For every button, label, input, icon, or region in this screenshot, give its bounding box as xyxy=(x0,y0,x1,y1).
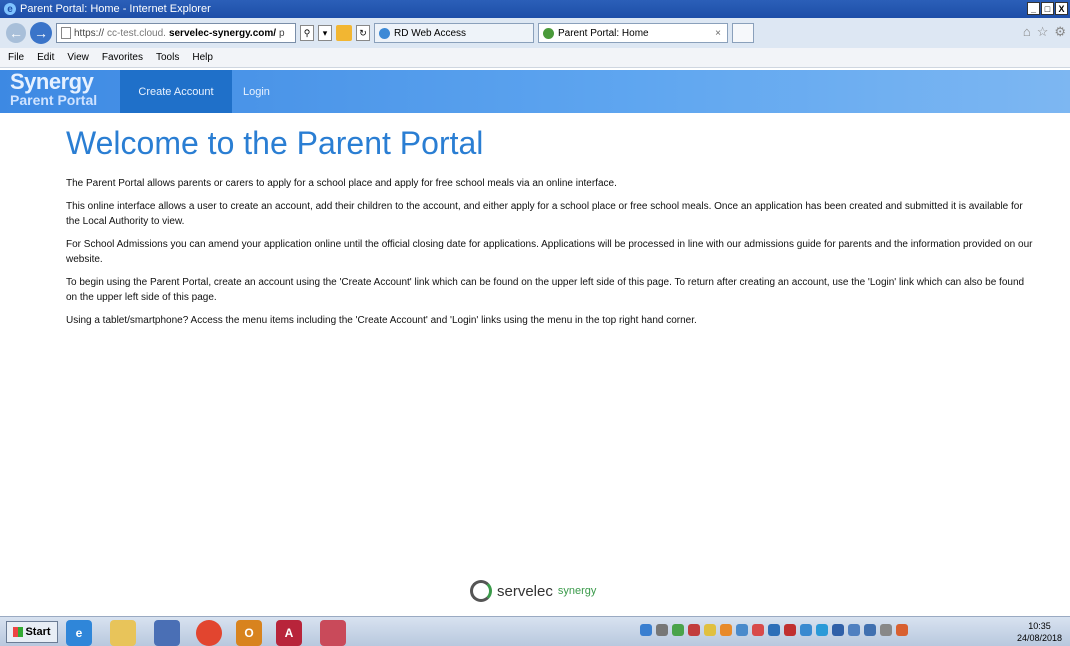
footer-logo: servelec synergy xyxy=(470,580,596,602)
url-scheme: https:// xyxy=(74,27,105,39)
footer-brand: servelec xyxy=(497,582,553,600)
tray-device-icon[interactable] xyxy=(864,624,876,636)
tray-network-icon[interactable] xyxy=(640,624,652,636)
internet-explorer-taskbar-icon[interactable]: e xyxy=(66,620,92,646)
tray-power-icon[interactable] xyxy=(896,624,908,636)
window-title-bar: e Parent Portal: Home - Internet Explore… xyxy=(0,0,1070,18)
getting-started-paragraph: To begin using the Parent Portal, create… xyxy=(66,277,1025,303)
taskbar: Start e O A 10:35 24/08/2018 xyxy=(0,616,1070,646)
tray-blue-icon[interactable] xyxy=(736,624,748,636)
menu-bar: File Edit View Favorites Tools Help xyxy=(0,48,1070,68)
tray-shield-icon[interactable] xyxy=(752,624,764,636)
login-link[interactable]: Login xyxy=(233,70,280,113)
window-title: Parent Portal: Home - Internet Explorer xyxy=(20,3,211,15)
maximize-button[interactable]: □ xyxy=(1041,2,1054,15)
browser-toolbar: ← → https://cc-test.cloud. servelec-syner… xyxy=(0,18,1070,48)
menu-tools[interactable]: Tools xyxy=(156,52,179,63)
menu-edit[interactable]: Edit xyxy=(37,52,54,63)
tray-cloud-icon[interactable] xyxy=(800,624,812,636)
windows-flag-icon xyxy=(13,627,24,637)
page-title: Welcome to the Parent Portal xyxy=(66,125,484,161)
app-taskbar-icon[interactable] xyxy=(320,620,346,646)
taskbar-clock[interactable]: 10:35 24/08/2018 xyxy=(1017,620,1062,644)
tray-red-icon[interactable] xyxy=(688,624,700,636)
start-label: Start xyxy=(25,626,51,638)
main-content: Welcome to the Parent Portal The Parent … xyxy=(66,113,1036,336)
rd-web-access-icon xyxy=(379,27,390,39)
minimize-button[interactable]: _ xyxy=(1027,2,1040,15)
forward-button[interactable]: → xyxy=(30,22,52,44)
synergy-logo[interactable]: Synergy Parent Portal xyxy=(10,69,98,108)
refresh-icon[interactable]: ↻ xyxy=(356,25,370,41)
tray-orange-icon[interactable] xyxy=(720,624,732,636)
chrome-taskbar-icon[interactable] xyxy=(196,620,222,646)
address-bar[interactable]: https://cc-test.cloud. servelec-synergy.c… xyxy=(56,23,296,43)
url-host-dim: cc-test.cloud. xyxy=(107,27,166,39)
lock-icon[interactable] xyxy=(336,25,352,41)
tab-label: RD Web Access xyxy=(394,27,467,39)
tab-label: Parent Portal: Home xyxy=(558,27,649,39)
tray-clock-icon[interactable] xyxy=(656,624,668,636)
close-window-button[interactable]: X xyxy=(1055,2,1068,15)
home-icon[interactable]: ⌂ xyxy=(1023,24,1031,40)
close-tab-icon[interactable]: × xyxy=(715,28,721,39)
tray-monitor-icon[interactable] xyxy=(832,624,844,636)
dropdown-arrow-icon[interactable]: ▾ xyxy=(318,25,332,41)
menu-view[interactable]: View xyxy=(67,52,89,63)
start-button[interactable]: Start xyxy=(6,621,58,643)
tray-sync-icon[interactable] xyxy=(768,624,780,636)
parent-portal-icon xyxy=(543,27,554,39)
menu-help[interactable]: Help xyxy=(192,52,213,63)
tray-speaker-icon[interactable] xyxy=(880,624,892,636)
tray-display-icon[interactable] xyxy=(848,624,860,636)
favorites-star-icon[interactable]: ☆ xyxy=(1037,24,1049,40)
gear-icon[interactable]: ⚙ xyxy=(1054,24,1066,40)
tray-yellow-icon[interactable] xyxy=(704,624,716,636)
url-host: servelec-synergy.com/ xyxy=(168,27,277,39)
media-player-taskbar-icon[interactable] xyxy=(154,620,180,646)
new-tab-button[interactable] xyxy=(732,23,754,43)
interface-paragraph: This online interface allows a user to c… xyxy=(66,201,1023,227)
tray-antivirus-icon[interactable] xyxy=(784,624,796,636)
system-tray xyxy=(640,624,908,636)
access-taskbar-icon[interactable]: A xyxy=(276,620,302,646)
back-button[interactable]: ← xyxy=(6,23,26,43)
tab-parent-portal-home[interactable]: Parent Portal: Home × xyxy=(538,23,728,43)
tab-rd-web-access[interactable]: RD Web Access xyxy=(374,23,534,43)
servelec-logo-icon xyxy=(470,580,492,602)
create-account-link[interactable]: Create Account xyxy=(120,70,232,113)
clock-date: 24/08/2018 xyxy=(1016,633,1062,643)
search-icon[interactable]: ⚲ xyxy=(300,25,314,41)
page-icon xyxy=(61,27,71,39)
window-controls: _ □ X xyxy=(1027,2,1068,15)
intro-paragraph: The Parent Portal allows parents or care… xyxy=(66,178,617,189)
tablet-paragraph: Using a tablet/smartphone? Access the me… xyxy=(66,315,697,326)
browser-right-icons: ⌂ ☆ ⚙ xyxy=(1023,24,1066,40)
outlook-taskbar-icon[interactable]: O xyxy=(236,620,262,646)
clock-time: 10:35 xyxy=(1028,621,1051,631)
ie-icon: e xyxy=(4,3,16,15)
file-explorer-taskbar-icon[interactable] xyxy=(110,620,136,646)
url-trail: p xyxy=(279,27,285,39)
admissions-paragraph: For School Admissions you can amend your… xyxy=(66,239,1033,265)
footer-brand-sub: synergy xyxy=(557,585,597,597)
tray-green-icon[interactable] xyxy=(672,624,684,636)
logo-line1: Synergy xyxy=(10,69,94,94)
logo-line2: Parent Portal xyxy=(10,92,98,108)
menu-favorites[interactable]: Favorites xyxy=(102,52,143,63)
menu-file[interactable]: File xyxy=(8,52,24,63)
tray-app-icon[interactable] xyxy=(816,624,828,636)
site-header: Synergy Parent Portal Create Account Log… xyxy=(0,70,1070,113)
